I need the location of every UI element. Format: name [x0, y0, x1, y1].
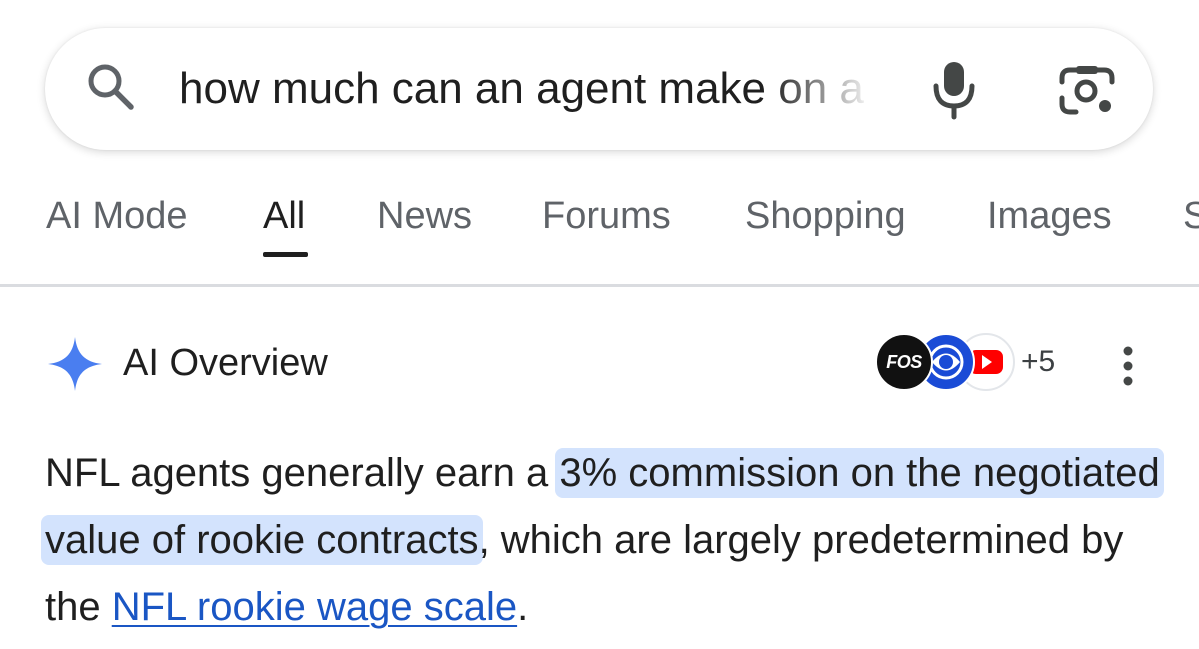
- ai-overview-text: NFL agents generally earn a 3% commissio…: [41, 440, 1175, 641]
- search-icon[interactable]: [83, 60, 139, 116]
- tab-news[interactable]: News: [377, 186, 472, 246]
- rookie-wage-scale-link[interactable]: NFL rookie wage scale: [112, 585, 517, 629]
- search-query-text: how much can an agent make on a: [179, 64, 864, 113]
- search-input[interactable]: how much can an agent make on a: [179, 60, 879, 118]
- ai-overview-title: AI Overview: [123, 342, 328, 384]
- mic-icon[interactable]: [928, 60, 980, 120]
- overview-text-part3: .: [517, 585, 529, 629]
- more-vert-icon[interactable]: [1108, 340, 1148, 390]
- search-text-fade: [769, 60, 879, 118]
- active-tab-indicator: [263, 252, 308, 257]
- tab-images[interactable]: Images: [987, 186, 1112, 246]
- ai-spark-icon: [46, 335, 104, 393]
- overview-text-part1: NFL agents generally earn a: [45, 451, 560, 495]
- tab-forums[interactable]: Forums: [542, 186, 671, 246]
- tab-overflow[interactable]: S: [1183, 186, 1199, 246]
- lens-icon[interactable]: [1058, 64, 1116, 118]
- tab-all[interactable]: All: [263, 186, 305, 246]
- tabs-divider: [0, 284, 1199, 287]
- source-avatars[interactable]: FOS +5: [875, 333, 1065, 393]
- search-tabs: AI Mode All News Forums Shopping Images …: [0, 186, 1199, 286]
- fos-source-icon[interactable]: FOS: [875, 333, 933, 391]
- tab-ai-mode[interactable]: AI Mode: [46, 186, 188, 246]
- more-sources-count[interactable]: +5: [1021, 341, 1055, 383]
- tab-shopping[interactable]: Shopping: [745, 186, 906, 246]
